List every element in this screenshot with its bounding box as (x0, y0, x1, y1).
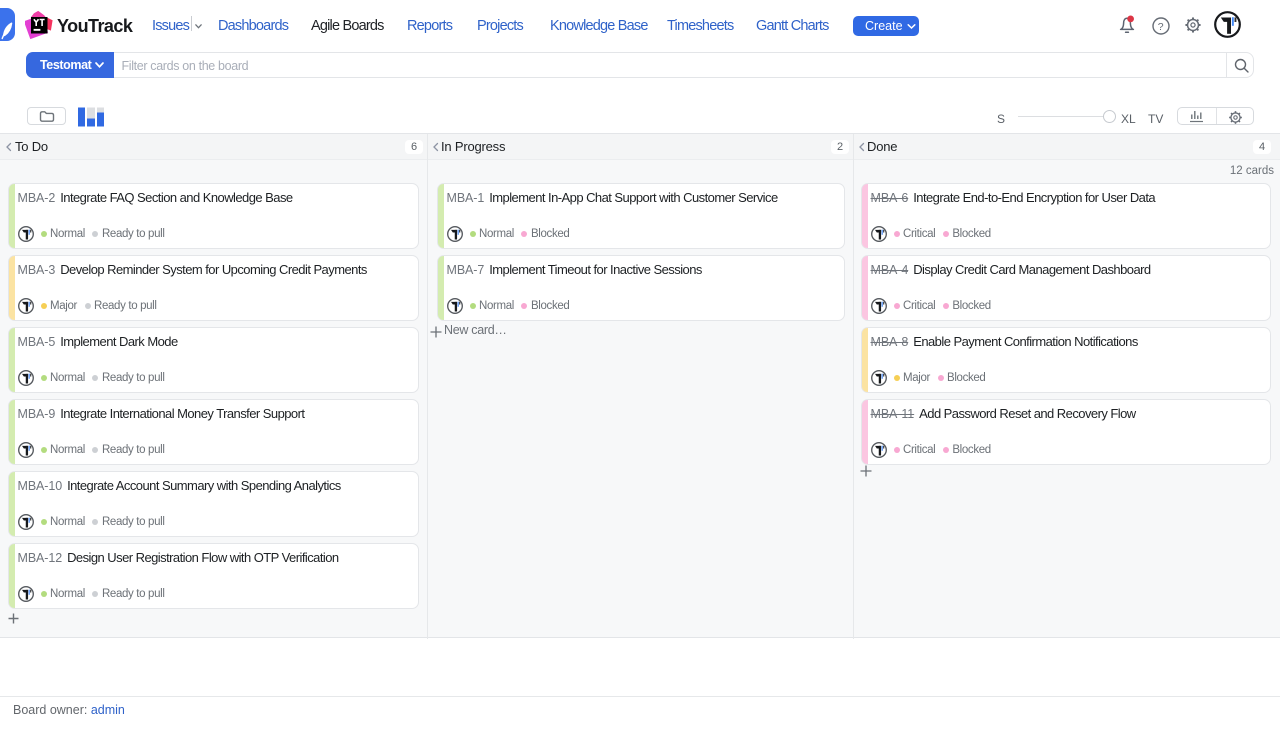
svg-text:?: ? (1158, 21, 1164, 33)
